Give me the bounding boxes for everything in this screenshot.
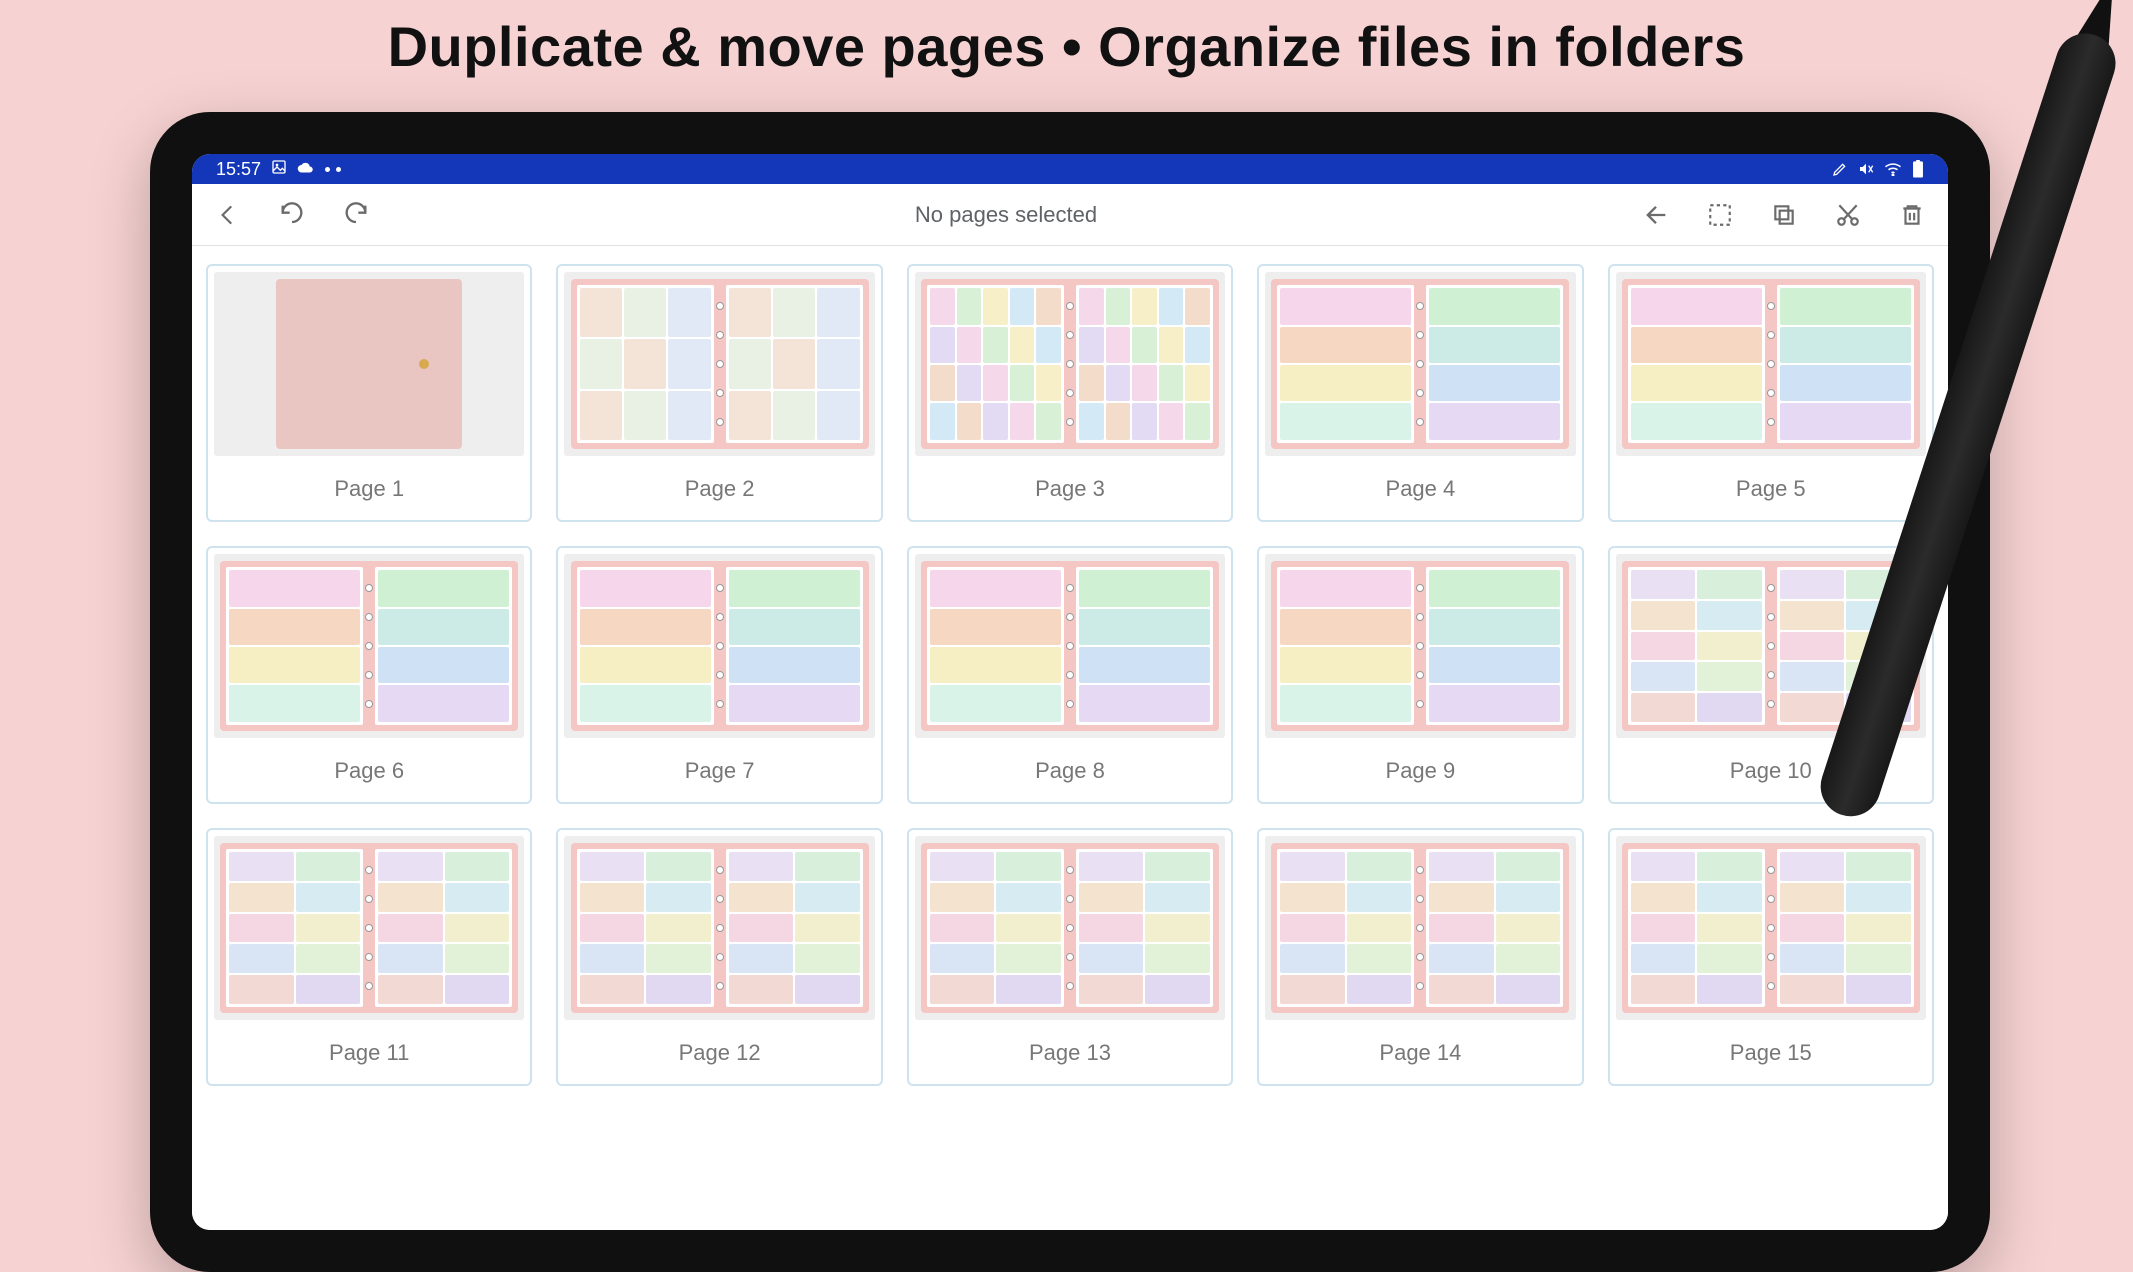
thumbnail-image bbox=[915, 272, 1225, 456]
thumbnail-image bbox=[564, 272, 874, 456]
pen-status-icon bbox=[1832, 161, 1848, 177]
page-thumbnail[interactable]: Page 12 bbox=[556, 828, 882, 1086]
thumbnail-image bbox=[214, 554, 524, 738]
page-thumbnail[interactable]: Page 8 bbox=[907, 546, 1233, 804]
undo-button[interactable] bbox=[274, 197, 310, 233]
page-thumbnail[interactable]: Page 14 bbox=[1257, 828, 1583, 1086]
page-thumbnail[interactable]: Page 4 bbox=[1257, 264, 1583, 522]
page-label: Page 14 bbox=[1379, 1020, 1461, 1078]
pages-grid-scroll[interactable]: Page 1 Page 2 Page 3 Page 4 Page 5 Page 6 Page… bbox=[192, 246, 1948, 1230]
page-label: Page 1 bbox=[334, 456, 404, 514]
page-label: Page 4 bbox=[1386, 456, 1456, 514]
page-thumbnail[interactable]: Page 15 bbox=[1608, 828, 1934, 1086]
page-label: Page 15 bbox=[1730, 1020, 1812, 1078]
thumbnail-image bbox=[1616, 554, 1926, 738]
cloud-icon bbox=[297, 159, 315, 180]
cut-button[interactable] bbox=[1830, 197, 1866, 233]
thumbnail-image bbox=[1265, 272, 1575, 456]
copy-button[interactable] bbox=[1766, 197, 1802, 233]
android-statusbar: 15:57 bbox=[192, 154, 1948, 184]
thumbnail-image bbox=[564, 554, 874, 738]
thumbnail-image bbox=[564, 836, 874, 1020]
status-time: 15:57 bbox=[216, 159, 261, 180]
app-toolbar: No pages selected bbox=[192, 184, 1948, 246]
page-thumbnail[interactable]: Page 11 bbox=[206, 828, 532, 1086]
status-notification-dots bbox=[325, 167, 341, 172]
wifi-icon bbox=[1884, 162, 1902, 176]
page-label: Page 5 bbox=[1736, 456, 1806, 514]
page-label: Page 13 bbox=[1029, 1020, 1111, 1078]
marketing-headline: Duplicate & move pages • Organize files … bbox=[0, 0, 2133, 79]
thumbnail-image bbox=[214, 272, 524, 456]
mute-icon bbox=[1858, 161, 1874, 177]
page-label: Page 9 bbox=[1386, 738, 1456, 796]
image-icon bbox=[271, 159, 287, 180]
page-label: Page 8 bbox=[1035, 738, 1105, 796]
select-all-button[interactable] bbox=[1702, 197, 1738, 233]
thumbnail-image bbox=[1265, 554, 1575, 738]
page-thumbnail[interactable]: Page 13 bbox=[907, 828, 1233, 1086]
page-label: Page 7 bbox=[685, 738, 755, 796]
thumbnail-image bbox=[1616, 836, 1926, 1020]
page-label: Page 3 bbox=[1035, 456, 1105, 514]
tablet-screen: 15:57 bbox=[192, 154, 1948, 1230]
page-label: Page 6 bbox=[334, 738, 404, 796]
thumbnail-image bbox=[915, 836, 1225, 1020]
page-label: Page 11 bbox=[329, 1020, 409, 1078]
page-label: Page 10 bbox=[1730, 738, 1812, 796]
thumbnail-image bbox=[214, 836, 524, 1020]
pages-grid: Page 1 Page 2 Page 3 Page 4 Page 5 Page 6 Page… bbox=[206, 264, 1934, 1086]
page-thumbnail[interactable]: Page 6 bbox=[206, 546, 532, 804]
page-thumbnail[interactable]: Page 9 bbox=[1257, 546, 1583, 804]
battery-icon bbox=[1912, 160, 1924, 178]
page-label: Page 2 bbox=[685, 456, 755, 514]
close-selection-button[interactable] bbox=[1638, 197, 1674, 233]
page-label: Page 12 bbox=[679, 1020, 761, 1078]
redo-button[interactable] bbox=[338, 197, 374, 233]
back-button[interactable] bbox=[210, 197, 246, 233]
page-thumbnail[interactable]: Page 10 bbox=[1608, 546, 1934, 804]
page-thumbnail[interactable]: Page 3 bbox=[907, 264, 1233, 522]
page-thumbnail[interactable]: Page 2 bbox=[556, 264, 882, 522]
thumbnail-image bbox=[1616, 272, 1926, 456]
delete-button[interactable] bbox=[1894, 197, 1930, 233]
thumbnail-image bbox=[915, 554, 1225, 738]
toolbar-title: No pages selected bbox=[374, 202, 1638, 228]
page-thumbnail[interactable]: Page 7 bbox=[556, 546, 882, 804]
page-thumbnail[interactable]: Page 1 bbox=[206, 264, 532, 522]
thumbnail-image bbox=[1265, 836, 1575, 1020]
tablet-frame: 15:57 bbox=[150, 112, 1990, 1272]
page-thumbnail[interactable]: Page 5 bbox=[1608, 264, 1934, 522]
